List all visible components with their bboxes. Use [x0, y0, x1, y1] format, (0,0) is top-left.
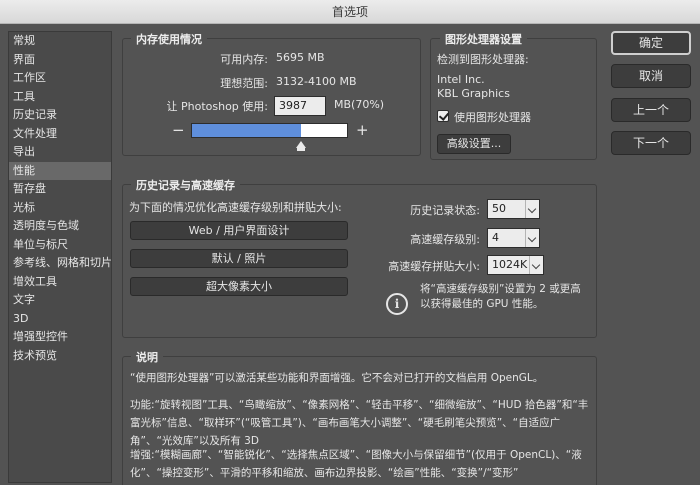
sidebar-item-general[interactable]: 常规	[9, 32, 111, 51]
sidebar-item-interface[interactable]: 界面	[9, 51, 111, 70]
optimize-web-ui-button[interactable]: Web / 用户界面设计	[130, 221, 348, 240]
sidebar-item-units-rulers[interactable]: 单位与标尺	[9, 236, 111, 255]
history-states-value: 50	[492, 202, 506, 215]
gpu-model: KBL Graphics	[437, 87, 510, 100]
use-gpu-checkbox[interactable]	[437, 110, 449, 122]
ok-button[interactable]: 确定	[611, 31, 691, 55]
cancel-button[interactable]: 取消	[611, 64, 691, 88]
sidebar-item-type[interactable]: 文字	[9, 291, 111, 310]
memory-use-input[interactable]: 3987	[274, 96, 326, 116]
history-cache-title: 历史记录与高速缓存	[131, 177, 240, 193]
ideal-range-value: 3132-4100 MB	[276, 75, 357, 88]
let-photoshop-use-label: 让 Photoshop 使用:	[166, 100, 269, 113]
description-p3-line-2: 化”、“操控变形”、平滑的平移和缩放、画布边界投影、“绘画”性能、“变换”/“变…	[130, 467, 519, 479]
optimize-huge-pixel-button[interactable]: 超大像素大小	[130, 277, 348, 296]
memory-slider-fill	[192, 124, 301, 137]
sidebar-item-workspace[interactable]: 工作区	[9, 69, 111, 88]
history-states-select[interactable]: 50	[487, 199, 540, 219]
decrease-memory-button[interactable]: −	[172, 121, 185, 139]
sidebar-item-transparency-gamut[interactable]: 透明度与色域	[9, 217, 111, 236]
description-paragraph-2: 功能:“旋转视图”工具、“鸟瞰缩放”、“像素网格”、“轻击平移”、“细微缩放”、…	[130, 396, 600, 450]
optimize-label: 为下面的情况优化高速缓存级别和拼贴大小:	[129, 201, 342, 214]
sidebar-item-3d[interactable]: 3D	[9, 310, 111, 329]
sidebar-item-history-log[interactable]: 历史记录	[9, 106, 111, 125]
cache-levels-value: 4	[492, 231, 499, 244]
gpu-settings-title: 图形处理器设置	[440, 31, 527, 47]
description-p1: “使用图形处理器”可以激活某些功能和界面增强。它不会对已打开的文档启用 Open…	[130, 372, 544, 384]
cache-levels-label: 高速缓存级别:	[410, 233, 480, 246]
gpu-detected-label: 检测到图形处理器:	[437, 53, 529, 66]
info-icon: i	[386, 293, 408, 315]
chevron-down-icon	[525, 200, 539, 218]
sidebar-item-tools[interactable]: 工具	[9, 88, 111, 107]
preferences-sidebar: 常规 界面 工作区 工具 历史记录 文件处理 导出 性能 暂存盘 光标 透明度与…	[8, 31, 112, 483]
available-memory-label: 可用内存:	[220, 53, 268, 66]
sidebar-item-file-handling[interactable]: 文件处理	[9, 125, 111, 144]
use-gpu-label: 使用图形处理器	[454, 111, 531, 124]
sidebar-item-export[interactable]: 导出	[9, 143, 111, 162]
memory-slider[interactable]	[191, 123, 348, 138]
description-p3-line-1: 增强:“模糊画廊”、“智能锐化”、“选择焦点区域”、“图像大小与保留细节”(仅用…	[130, 449, 582, 461]
description-paragraph-1: “使用图形处理器”可以激活某些功能和界面增强。它不会对已打开的文档启用 Open…	[130, 369, 600, 387]
gpu-vendor: Intel Inc.	[437, 73, 485, 86]
description-paragraph-3: 增强:“模糊画廊”、“智能锐化”、“选择焦点区域”、“图像大小与保留细节”(仅用…	[130, 446, 600, 482]
sidebar-item-plugins[interactable]: 增效工具	[9, 273, 111, 292]
ideal-range-label: 理想范围:	[220, 77, 268, 90]
cache-tile-size-label: 高速缓存拼贴大小:	[388, 260, 480, 273]
sidebar-item-performance[interactable]: 性能	[9, 161, 111, 180]
cache-info-line-2: 以获得最佳的 GPU 性能。	[420, 298, 544, 310]
description-p2-line-1: 功能:“旋转视图”工具、“鸟瞰缩放”、“像素网格”、“轻击平移”、“细微缩放”、…	[130, 399, 589, 411]
sidebar-item-cursors[interactable]: 光标	[9, 199, 111, 218]
next-button[interactable]: 下一个	[611, 131, 691, 155]
memory-use-unit: MB(70%)	[334, 98, 385, 111]
chevron-down-icon	[525, 229, 539, 247]
window-title-bar: 首选项	[0, 0, 700, 24]
previous-button[interactable]: 上一个	[611, 98, 691, 122]
cache-levels-select[interactable]: 4	[487, 228, 540, 248]
cache-tile-size-select[interactable]: 1024K	[487, 255, 544, 275]
memory-usage-title: 内存使用情况	[131, 31, 207, 47]
sidebar-item-technology-previews[interactable]: 技术预览	[9, 347, 111, 366]
sidebar-item-guides-grid-slices[interactable]: 参考线、网格和切片	[9, 254, 112, 273]
available-memory-value: 5695 MB	[276, 51, 325, 64]
memory-slider-thumb[interactable]	[295, 141, 306, 151]
description-title: 说明	[131, 349, 163, 365]
sidebar-item-enhanced-controls[interactable]: 增强型控件	[9, 328, 111, 347]
history-states-label: 历史记录状态:	[410, 204, 480, 217]
optimize-default-photos-button[interactable]: 默认 / 照片	[130, 249, 348, 268]
cache-info-line-1: 将“高速缓存级别”设置为 2 或更高	[420, 283, 581, 295]
increase-memory-button[interactable]: +	[356, 121, 369, 139]
advanced-settings-button[interactable]: 高级设置...	[437, 134, 511, 154]
cache-tile-size-value: 1024K	[492, 258, 528, 271]
description-p2-line-2: 富光标”信息、“取样环”(“吸管工具”)、“画布画笔大小调整”、“硬毛刷笔尖预览…	[130, 417, 561, 429]
chevron-down-icon	[529, 256, 543, 274]
window-title: 首选项	[331, 5, 368, 19]
sidebar-item-scratch-disks[interactable]: 暂存盘	[9, 180, 111, 199]
